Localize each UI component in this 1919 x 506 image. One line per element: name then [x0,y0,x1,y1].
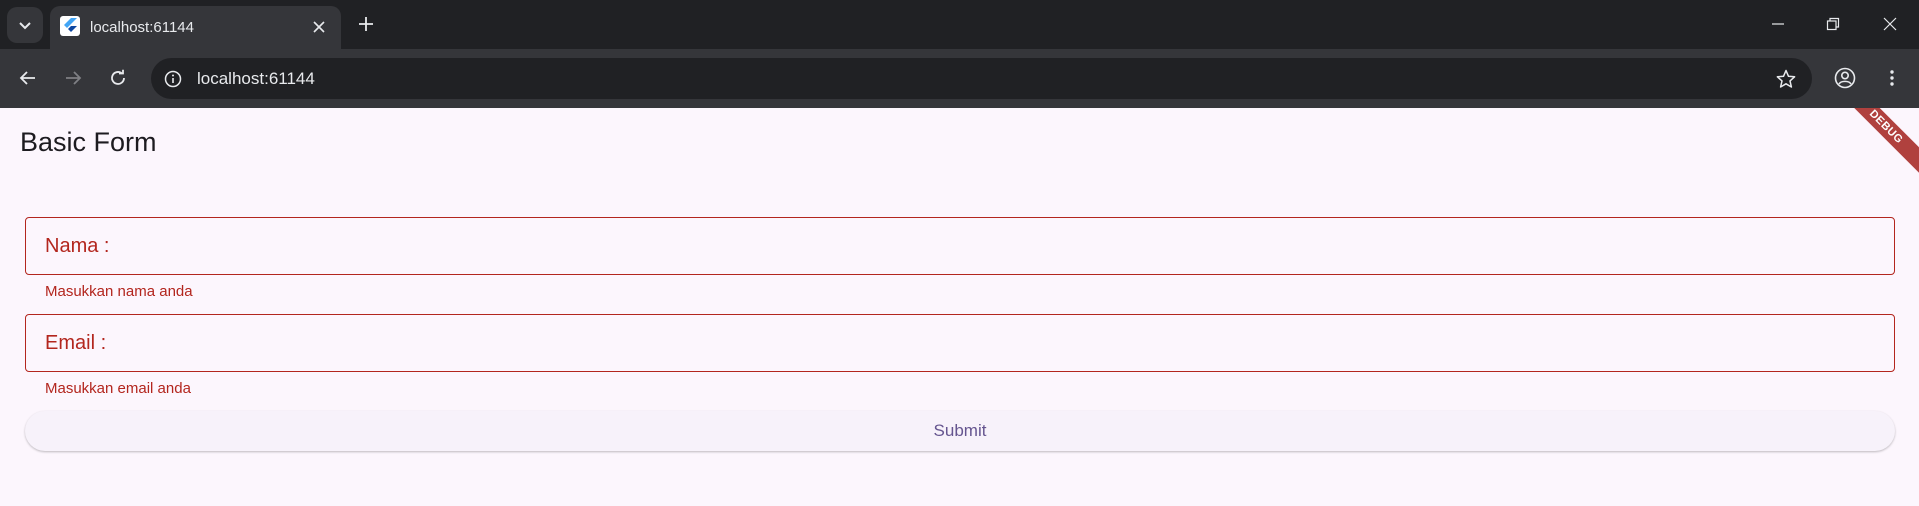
reload-button[interactable] [101,61,135,95]
app-page: Basic Form Nama : Masukkan nama anda Ema… [0,108,1919,506]
email-field[interactable]: Email : [25,314,1895,372]
forward-button[interactable] [56,61,90,95]
plus-icon [359,17,373,31]
tab-close-button[interactable] [308,16,330,38]
email-error-text: Masukkan email anda [45,380,191,397]
tab-title: localhost:61144 [90,19,194,36]
address-url[interactable]: localhost:61144 [197,69,315,89]
address-bar[interactable]: localhost:61144 [151,58,1812,99]
submit-button[interactable]: Submit [25,411,1895,451]
debug-banner: DEBUG [1826,108,1919,187]
account-circle-icon [1834,67,1856,89]
restore-button[interactable] [1813,8,1853,40]
restore-icon [1826,17,1840,31]
browser-tab[interactable]: localhost:61144 [50,6,341,49]
arrow-left-icon [19,71,35,85]
window-close-button[interactable] [1870,8,1910,40]
arrow-right-icon [66,71,82,85]
minimize-icon [1772,23,1784,25]
tab-list-button[interactable] [7,7,43,43]
back-button[interactable] [11,61,45,95]
reload-icon [111,69,125,85]
page-title: Basic Form [20,127,157,157]
close-icon [313,21,325,33]
profile-button[interactable] [1828,61,1862,95]
chevron-down-icon [19,22,31,30]
close-icon [1883,17,1897,31]
browser-toolbar: localhost:61144 [0,49,1919,108]
new-tab-button[interactable] [352,10,380,38]
kebab-menu-icon [1890,70,1894,86]
nama-input[interactable] [26,218,1894,274]
flutter-icon [60,16,80,36]
browser-menu-button[interactable] [1875,61,1909,95]
email-input[interactable] [26,315,1894,371]
bookmark-button[interactable] [1774,67,1798,91]
nama-field[interactable]: Nama : [25,217,1895,275]
info-icon [164,70,182,88]
minimize-button[interactable] [1758,8,1798,40]
site-info-button[interactable] [161,67,185,91]
nama-error-text: Masukkan nama anda [45,283,193,300]
star-icon [1776,69,1796,88]
browser-tab-strip: localhost:61144 [0,0,1919,49]
